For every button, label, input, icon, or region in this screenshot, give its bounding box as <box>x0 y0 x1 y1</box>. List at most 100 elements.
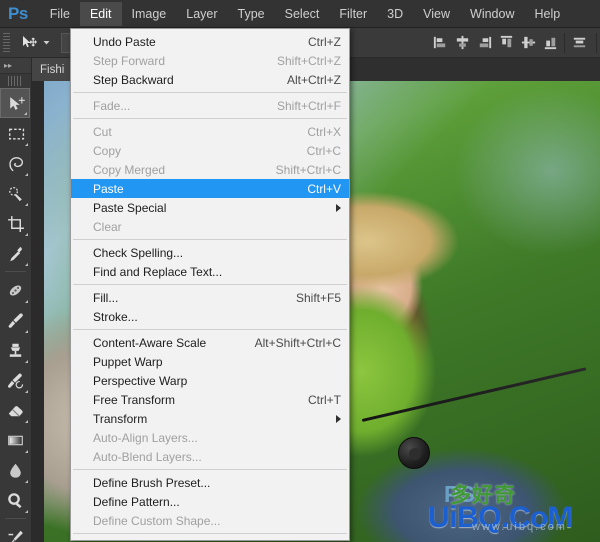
options-bar-grip[interactable] <box>3 32 10 53</box>
menu-separator <box>73 284 347 285</box>
tool-move-tool[interactable] <box>0 88 30 118</box>
align-top-edges-button[interactable] <box>496 33 516 53</box>
menu-bar-item-help[interactable]: Help <box>525 2 571 26</box>
dodge-icon <box>7 492 22 508</box>
align-right-edges-button[interactable] <box>474 33 494 53</box>
tool-flyout-indicator <box>25 300 28 303</box>
menu-bar-item-select[interactable]: Select <box>275 2 330 26</box>
chevron-down-icon[interactable] <box>42 38 51 47</box>
options-current-tool[interactable] <box>14 34 57 52</box>
menu-item-define-custom-shape: Define Custom Shape... <box>71 511 349 530</box>
quick-selection-icon <box>8 186 22 201</box>
menu-item-label: Stroke... <box>93 309 138 324</box>
menu-bar-item-edit[interactable]: Edit <box>79 1 122 26</box>
move-tool-icon <box>9 96 25 110</box>
distribute-top-edges-button[interactable] <box>569 33 589 53</box>
menu-bar-item-view[interactable]: View <box>413 2 460 26</box>
align-horizontal-centers-button[interactable] <box>452 33 472 53</box>
fishing-reel <box>398 437 430 469</box>
photoshop-logo: Ps <box>8 3 28 23</box>
tools-panel-grip[interactable] <box>8 76 23 86</box>
menu-item-undo-paste[interactable]: Undo Paste Ctrl+Z <box>71 32 349 51</box>
menu-bar-item-3d[interactable]: 3D <box>377 2 413 26</box>
tool-pen-tool[interactable] <box>0 522 30 542</box>
menu-bar-item-window[interactable]: Window <box>460 2 524 26</box>
tool-eraser-tool[interactable] <box>0 395 30 425</box>
tool-lasso-tool[interactable] <box>0 148 30 178</box>
menu-item-stroke[interactable]: Stroke... <box>71 307 349 326</box>
tool-blur-tool[interactable] <box>0 455 30 485</box>
menu-bar: Ps File Edit Image Layer Type Select Filter 3D V… <box>0 0 600 28</box>
menu-item-check-spelling[interactable]: Check Spelling... <box>71 243 349 262</box>
move-tool-icon <box>23 35 37 47</box>
tool-brush-tool[interactable] <box>0 305 30 335</box>
menu-item-shortcut: Ctrl+V <box>307 181 341 196</box>
tool-flyout-indicator <box>25 480 28 483</box>
tool-history-brush-tool[interactable] <box>0 365 30 395</box>
tool-healing-brush-tool[interactable] <box>0 275 30 305</box>
align-vertical-centers-button[interactable] <box>518 33 538 53</box>
tool-quick-selection-tool[interactable] <box>0 178 30 208</box>
tools-panel: ▸▸ T <box>0 58 32 542</box>
menu-item-content-aware-scale[interactable]: Content-Aware Scale Alt+Shift+Ctrl+C <box>71 333 349 352</box>
tool-flyout-indicator <box>25 330 28 333</box>
tool-eyedropper-tool[interactable] <box>0 238 30 268</box>
menu-item-shortcut: Ctrl+X <box>307 124 341 139</box>
menu-item-step-forward: Step Forward Shift+Ctrl+Z <box>71 51 349 70</box>
menu-item-perspective-warp[interactable]: Perspective Warp <box>71 371 349 390</box>
menu-item-label: Transform <box>93 411 148 426</box>
menu-bar-item-image[interactable]: Image <box>122 2 177 26</box>
menu-separator <box>73 118 347 119</box>
menu-separator <box>73 92 347 93</box>
tool-clone-stamp-tool[interactable] <box>0 335 30 365</box>
submenu-arrow-icon <box>336 414 341 423</box>
align-bottom-edges-button[interactable] <box>540 33 560 53</box>
align-bottom-edges-icon <box>544 37 556 50</box>
menu-item-shortcut: Alt+Shift+Ctrl+C <box>254 335 341 350</box>
menu-item-label: Puppet Warp <box>93 354 163 369</box>
align-left-edges-button[interactable] <box>430 33 450 53</box>
tool-dodge-tool[interactable] <box>0 485 30 515</box>
menu-item-shortcut: Shift+Ctrl+F <box>276 98 341 113</box>
tool-flyout-indicator <box>25 143 28 146</box>
tool-flyout-indicator <box>25 510 28 513</box>
tools-separator <box>5 271 26 272</box>
menu-item-find-and-replace-text[interactable]: Find and Replace Text... <box>71 262 349 281</box>
tool-flyout-indicator <box>25 450 28 453</box>
menu-bar-item-filter[interactable]: Filter <box>329 2 377 26</box>
menu-item-define-brush-preset[interactable]: Define Brush Preset... <box>71 473 349 492</box>
menu-item-auto-align-layers: Auto-Align Layers... <box>71 428 349 447</box>
menu-item-label: Cut <box>93 124 112 139</box>
menu-item-auto-blend-layers: Auto-Blend Layers... <box>71 447 349 466</box>
healing-brush-icon <box>9 284 21 296</box>
menu-bar-item-file[interactable]: File <box>40 2 80 26</box>
menu-item-free-transform[interactable]: Free Transform Ctrl+T <box>71 390 349 409</box>
menu-item-fill[interactable]: Fill... Shift+F5 <box>71 288 349 307</box>
pen-icon <box>8 530 23 542</box>
menu-item-transform[interactable]: Transform <box>71 409 349 428</box>
menu-item-label: Paste <box>93 181 124 196</box>
menu-bar-item-type[interactable]: Type <box>228 2 275 26</box>
document-tab[interactable]: Fishi <box>32 58 74 81</box>
menu-item-copy: Copy Ctrl+C <box>71 141 349 160</box>
menu-item-paste[interactable]: Paste Ctrl+V <box>71 179 349 198</box>
tools-panel-collapse-button[interactable]: ▸▸ <box>0 58 31 74</box>
gradient-icon <box>7 435 23 445</box>
menu-bar-item-layer[interactable]: Layer <box>176 2 227 26</box>
align-horizontal-centers-icon <box>456 35 468 50</box>
lasso-icon <box>8 156 23 171</box>
tool-rectangular-marquee[interactable] <box>0 118 30 148</box>
tool-gradient-tool[interactable] <box>0 425 30 455</box>
menu-item-define-pattern[interactable]: Define Pattern... <box>71 492 349 511</box>
menu-item-label: Paste Special <box>93 200 167 215</box>
menu-item-clear: Clear <box>71 217 349 236</box>
tool-flyout-indicator <box>25 390 28 393</box>
menu-item-paste-special[interactable]: Paste Special <box>71 198 349 217</box>
menu-item-shortcut: Alt+Ctrl+Z <box>286 72 341 87</box>
menu-item-shortcut: Shift+Ctrl+Z <box>276 53 341 68</box>
edit-menu-dropdown: Undo Paste Ctrl+Z Step Forward Shift+Ctrl+Z… <box>70 28 350 541</box>
menu-item-step-backward[interactable]: Step Backward Alt+Ctrl+Z <box>71 70 349 89</box>
menu-bar-items: File Edit Image Layer Type Select Filter 3D View… <box>40 1 571 26</box>
menu-item-puppet-warp[interactable]: Puppet Warp <box>71 352 349 371</box>
tool-crop-tool[interactable] <box>0 208 30 238</box>
